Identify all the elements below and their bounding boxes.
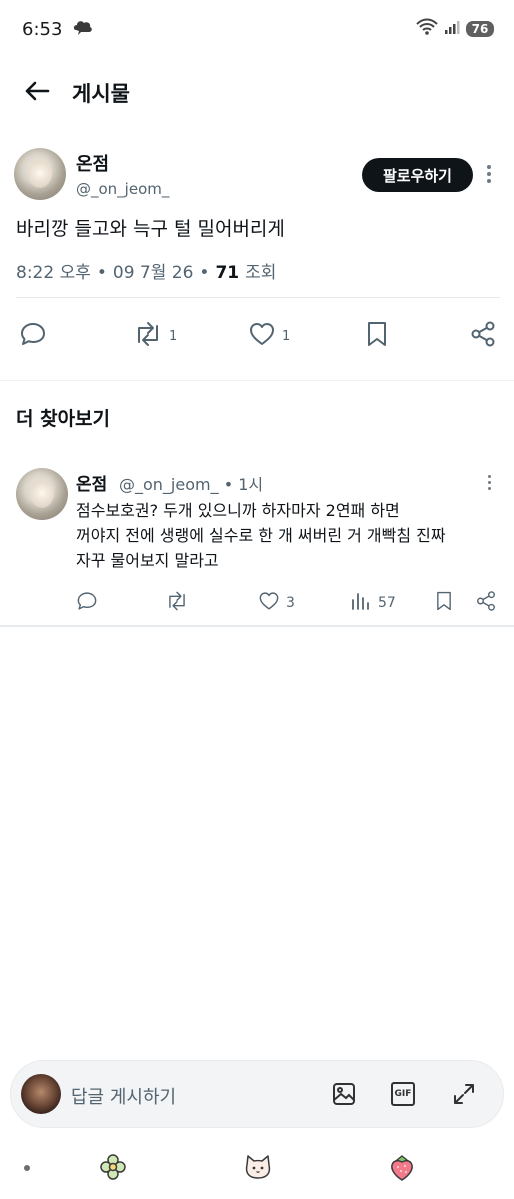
signal-icon xyxy=(444,19,460,39)
avatar[interactable] xyxy=(16,468,68,520)
main-post: 온점 @_on_jeom_ 팔로우하기 바리깡 들고와 늑구 털 밀어버리게 8… xyxy=(0,130,514,347)
like-icon xyxy=(258,590,280,616)
like-count: 3 xyxy=(286,595,295,611)
reply-input[interactable]: 답글 게시하기 xyxy=(71,1083,176,1109)
reply-button[interactable] xyxy=(19,320,47,352)
post-time: 8:22 오후 xyxy=(16,263,91,283)
list-item[interactable]: 온점 @_on_jeom_ • 1시 점수보호권? 두개 있으니까 하자마자 2… xyxy=(0,458,514,626)
views-button[interactable]: 57 xyxy=(350,590,396,616)
post-views-label: 조회 xyxy=(245,263,277,283)
strawberry-icon[interactable] xyxy=(388,1153,416,1187)
like-icon xyxy=(248,320,276,352)
divider xyxy=(16,297,500,298)
cloud-icon xyxy=(72,17,94,42)
status-time: 6:53 xyxy=(22,18,63,40)
feed-author-meta: @_on_jeom_ • 1시 xyxy=(119,471,263,495)
retweet-icon xyxy=(165,590,189,616)
page-title: 게시물 xyxy=(72,82,130,106)
views-icon xyxy=(350,590,372,616)
meta-dot: • xyxy=(223,475,239,494)
meta-dot: • xyxy=(96,263,107,283)
more-options-icon[interactable] xyxy=(480,162,498,186)
reply-button[interactable] xyxy=(76,590,98,616)
post-actions: 1 1 xyxy=(0,320,514,360)
post-text: 바리깡 들고와 늑구 털 밀어버리게 xyxy=(16,218,285,240)
reply-icon xyxy=(19,320,47,352)
share-icon xyxy=(475,590,497,616)
share-icon xyxy=(469,320,497,352)
retweet-button[interactable] xyxy=(165,590,189,616)
post-meta: 8:22 오후 • 09 7월 26 • 71 조회 xyxy=(16,258,276,283)
bookmark-button[interactable] xyxy=(364,320,390,352)
follow-button[interactable]: 팔로우하기 xyxy=(362,158,473,192)
feed-text: 점수보호권? 두개 있으니까 하자마자 2연패 하면 꺼야지 전에 생랭에 실수… xyxy=(76,501,446,570)
views-count: 57 xyxy=(378,595,396,611)
post-author-name[interactable]: 온점 xyxy=(76,150,109,176)
feed-author-name[interactable]: 온점 xyxy=(76,470,107,495)
feed-time-ago: 1시 xyxy=(238,475,264,494)
like-count: 1 xyxy=(282,328,291,344)
bookmark-icon xyxy=(434,590,454,616)
nav-dot[interactable] xyxy=(24,1165,30,1171)
share-button[interactable] xyxy=(469,320,497,352)
share-button[interactable] xyxy=(475,590,497,616)
bookmark-icon xyxy=(364,320,390,352)
more-section-title: 더 찾아보기 xyxy=(16,408,111,430)
more-options-icon[interactable] xyxy=(480,472,498,492)
status-bar: 6:53 76 xyxy=(0,0,514,58)
status-right: 76 xyxy=(416,18,494,40)
gif-button[interactable]: GIF xyxy=(391,1082,415,1106)
retweet-button[interactable]: 1 xyxy=(133,320,177,352)
post-date: 09 7월 26 xyxy=(112,263,194,283)
bookmark-button[interactable] xyxy=(434,590,454,616)
cat-face-icon[interactable] xyxy=(243,1153,273,1185)
reply-icon xyxy=(76,590,98,616)
section-divider xyxy=(0,380,514,381)
reply-composer[interactable]: 답글 게시하기 GIF xyxy=(10,1060,504,1128)
feed-actions: 3 57 xyxy=(0,590,514,614)
battery-indicator: 76 xyxy=(466,21,494,37)
post-views-count: 71 xyxy=(215,263,240,283)
like-button[interactable]: 3 xyxy=(258,590,295,616)
image-icon[interactable] xyxy=(331,1081,357,1111)
post-author-handle[interactable]: @_on_jeom_ xyxy=(76,180,169,198)
avatar[interactable] xyxy=(14,148,66,200)
status-left: 6:53 xyxy=(22,17,94,42)
top-bar: 게시물 xyxy=(0,62,514,124)
retweet-count: 1 xyxy=(169,328,178,344)
flower-icon[interactable] xyxy=(99,1153,127,1185)
avatar xyxy=(21,1074,61,1114)
retweet-icon xyxy=(133,320,163,352)
post-author-row: 온점 @_on_jeom_ 팔로우하기 xyxy=(0,130,514,208)
bottom-nav xyxy=(0,1145,514,1195)
expand-icon[interactable] xyxy=(451,1081,477,1111)
feed-author-handle[interactable]: @_on_jeom_ xyxy=(119,475,219,494)
back-arrow-icon[interactable] xyxy=(24,80,50,106)
wifi-icon xyxy=(416,18,438,40)
like-button[interactable]: 1 xyxy=(248,320,290,352)
divider xyxy=(0,625,514,627)
meta-dot: • xyxy=(199,263,210,283)
